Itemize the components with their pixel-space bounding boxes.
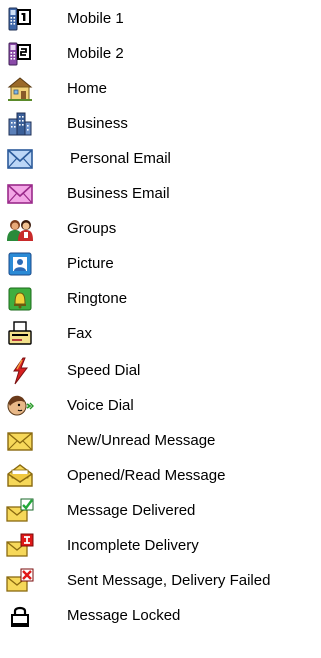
legend-label: Message Delivered (67, 502, 196, 519)
legend-label: Business (67, 115, 128, 132)
legend-label: Speed Dial (67, 362, 141, 379)
legend-item-groups: Groups (0, 214, 321, 244)
opened-read-message-icon (6, 462, 34, 490)
legend-item-speed-dial: Speed Dial (0, 356, 321, 386)
personal-email-icon (6, 145, 34, 173)
groups-icon (6, 215, 34, 243)
fax-icon (6, 320, 34, 348)
legend-item-voice-dial: Voice Dial (0, 391, 321, 421)
message-locked-icon (6, 602, 34, 630)
legend-item-mobile-1: Mobile 1 (0, 4, 321, 34)
incomplete-delivery-icon (6, 532, 34, 560)
home-icon (6, 75, 34, 103)
legend-label: Groups (67, 220, 117, 237)
ringtone-icon (6, 285, 34, 313)
legend-item-fax: Fax (0, 319, 321, 349)
delivery-failed-icon (6, 567, 34, 595)
legend-label: Opened/Read Message (67, 467, 226, 484)
voice-dial-icon (6, 392, 34, 420)
legend-label: Picture (67, 255, 114, 272)
message-delivered-icon (6, 497, 34, 525)
legend-item-opened-read-message: Opened/Read Message (0, 461, 321, 491)
legend-label: Home (67, 80, 108, 97)
legend-label: Ringtone (67, 290, 128, 307)
legend-label: Personal Email (70, 150, 171, 167)
legend-item-new-unread-message: New/Unread Message (0, 426, 321, 456)
legend-item-personal-email: Personal Email (0, 144, 321, 174)
icon-legend: Mobile 1 Mobile 2 Home Business Personal… (0, 0, 321, 658)
legend-item-message-delivered: Message Delivered (0, 496, 321, 526)
legend-label: Sent Message, Delivery Failed (67, 572, 271, 589)
mobile-2-icon (6, 40, 34, 68)
legend-item-business-email: Business Email (0, 179, 321, 209)
legend-label: Business Email (67, 185, 170, 202)
picture-icon (6, 250, 34, 278)
legend-label: Incomplete Delivery (67, 537, 199, 554)
legend-label: Voice Dial (67, 397, 134, 414)
legend-item-mobile-2: Mobile 2 (0, 39, 321, 69)
legend-label: Mobile 2 (67, 45, 124, 62)
legend-label: Message Locked (67, 607, 181, 624)
legend-item-home: Home (0, 74, 321, 104)
legend-item-picture: Picture (0, 249, 321, 279)
legend-label: Fax (67, 325, 93, 342)
legend-label: Mobile 1 (67, 10, 124, 27)
mobile-1-icon (6, 5, 34, 33)
business-email-icon (6, 180, 34, 208)
legend-item-ringtone: Ringtone (0, 284, 321, 314)
new-unread-message-icon (6, 427, 34, 455)
speed-dial-icon (6, 357, 34, 385)
legend-item-delivery-failed: Sent Message, Delivery Failed (0, 566, 321, 596)
business-icon (6, 110, 34, 138)
legend-label: New/Unread Message (67, 432, 216, 449)
legend-item-business: Business (0, 109, 321, 139)
legend-item-incomplete-delivery: Incomplete Delivery (0, 531, 321, 561)
legend-item-message-locked: Message Locked (0, 601, 321, 631)
